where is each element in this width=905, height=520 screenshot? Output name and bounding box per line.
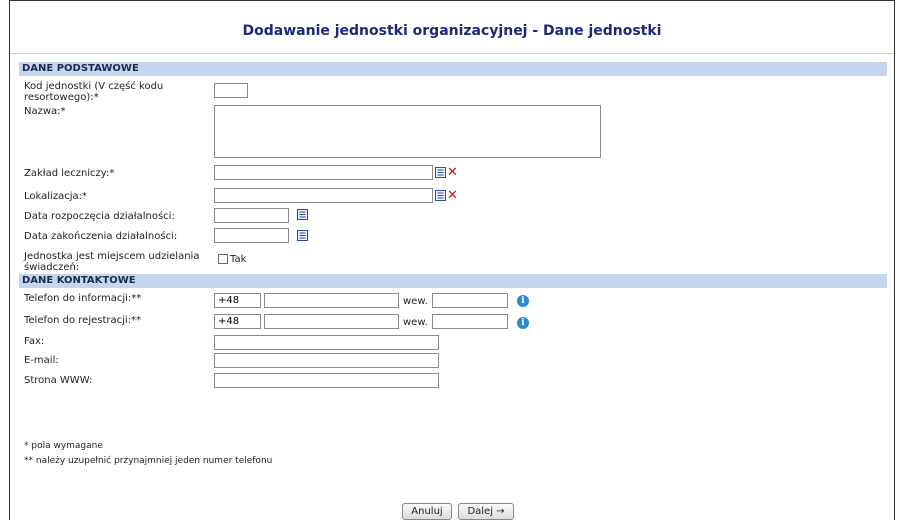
- tel-info-number-input[interactable]: [264, 293, 399, 308]
- tel-info-prefix-input[interactable]: [214, 293, 261, 308]
- section-header-basic: DANE PODSTAWOWE: [19, 62, 887, 76]
- tel-rej-wew-input[interactable]: [432, 314, 508, 329]
- data-zakonczenia-label: Data zakończenia działalności:: [24, 231, 178, 242]
- tel-rej-wew-label: wew.: [403, 317, 428, 328]
- fax-input[interactable]: [214, 335, 439, 350]
- miejsce-label-line2: świadczeń:: [24, 262, 80, 273]
- form-frame: Dodawanie jednostki organizacyjnej - Dan…: [9, 0, 895, 520]
- calendar-icon[interactable]: [297, 230, 308, 241]
- remove-icon[interactable]: ✕: [447, 166, 458, 179]
- phone-note: ** należy uzupełnić przynajmniej jeden n…: [24, 456, 273, 466]
- nazwa-textarea[interactable]: [214, 105, 601, 158]
- list-select-icon[interactable]: [435, 167, 446, 178]
- lokalizacja-label: Lokalizacja:*: [24, 191, 87, 202]
- list-select-icon[interactable]: [435, 190, 446, 201]
- data-rozpoczecia-input[interactable]: [214, 208, 289, 223]
- email-input[interactable]: [214, 353, 439, 368]
- cancel-button[interactable]: Anuluj: [402, 503, 452, 520]
- required-note: * pola wymagane: [24, 441, 103, 451]
- next-button[interactable]: Dalej →: [458, 503, 514, 520]
- email-label: E-mail:: [24, 355, 59, 366]
- info-icon[interactable]: i: [517, 317, 529, 329]
- data-zakonczenia-input[interactable]: [214, 228, 289, 243]
- zaklad-input[interactable]: [214, 165, 433, 180]
- lokalizacja-input[interactable]: [214, 188, 433, 203]
- kod-label: Kod jednostki (V część kodu resortowego)…: [24, 81, 163, 103]
- tel-info-wew-input[interactable]: [432, 293, 508, 308]
- www-input[interactable]: [214, 373, 439, 388]
- kod-input[interactable]: [214, 83, 248, 98]
- fax-label: Fax:: [24, 336, 45, 347]
- zaklad-label: Zakład leczniczy:*: [24, 168, 115, 179]
- tel-info-wew-label: wew.: [403, 296, 428, 307]
- section-header-contact: DANE KONTAKTOWE: [19, 274, 887, 288]
- kod-label-line1: Kod jednostki (V część kodu: [24, 81, 164, 92]
- info-icon[interactable]: i: [517, 295, 529, 307]
- remove-icon[interactable]: ✕: [447, 189, 458, 202]
- miejsce-label-line1: Jednostka jest miejscem udzielania: [24, 251, 200, 262]
- tel-rej-number-input[interactable]: [264, 314, 399, 329]
- kod-label-line2: resortowego):*: [24, 92, 99, 103]
- page-title: Dodawanie jednostki organizacyjnej - Dan…: [242, 23, 662, 39]
- tel-rej-label: Telefon do rejestracji:**: [24, 315, 142, 326]
- title-divider: [10, 53, 894, 54]
- data-rozpoczecia-label: Data rozpoczęcia działalności:: [24, 211, 175, 222]
- www-label: Strona WWW:: [24, 375, 93, 386]
- nazwa-label: Nazwa:*: [24, 106, 66, 117]
- tel-rej-prefix-input[interactable]: [214, 314, 261, 329]
- calendar-icon[interactable]: [297, 209, 308, 220]
- miejsce-checkbox-label: Tak: [230, 254, 247, 265]
- miejsce-label: Jednostka jest miejscem udzielania świad…: [24, 251, 199, 273]
- miejsce-checkbox[interactable]: [218, 254, 228, 264]
- tel-info-label: Telefon do informacji:**: [24, 293, 142, 304]
